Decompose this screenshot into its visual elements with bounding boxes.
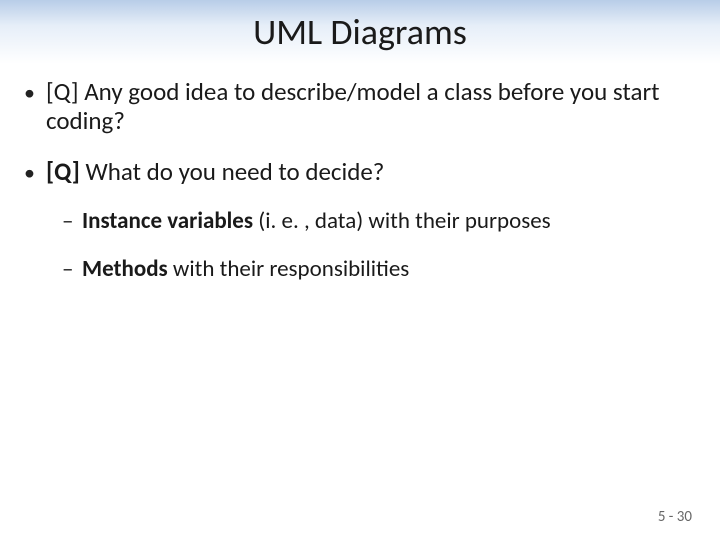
bullet-item: • [Q] Any good idea to describe/model a … (24, 78, 696, 136)
sub-bullet-text: Instance variables (i. e. , data) with t… (82, 208, 696, 236)
page-title: UML Diagrams (0, 10, 720, 54)
bullet-dot-icon: • (24, 158, 46, 185)
sub-bullet-item: – Instance variables (i. e. , data) with… (62, 208, 696, 236)
dash-icon: – (62, 208, 82, 236)
sub-bullet-rest: (i. e. , data) with their purposes (253, 207, 551, 235)
sub-bullet-text: Methods with their responsibilities (82, 256, 696, 284)
bullet-text: [Q] Any good idea to describe/model a cl… (46, 78, 696, 136)
q-tag: [Q] (46, 156, 80, 187)
dash-icon: – (62, 256, 82, 284)
q-tag: [Q] (46, 76, 79, 107)
bullet-item: • [Q] What do you need to decide? (24, 158, 696, 187)
sub-bullet-bold: Methods (82, 255, 168, 283)
bullet-rest: What do you need to decide? (80, 156, 385, 187)
bullet-dot-icon: • (24, 78, 46, 105)
bullet-text: [Q] What do you need to decide? (46, 158, 696, 187)
slide-number: 5 - 30 (658, 508, 692, 526)
sub-bullet-item: – Methods with their responsibilities (62, 256, 696, 284)
sub-bullet-rest: with their responsibilities (168, 255, 410, 283)
sub-bullet-bold: Instance variables (82, 207, 253, 235)
slide-content: • [Q] Any good idea to describe/model a … (24, 78, 696, 303)
bullet-rest: Any good idea to describe/model a class … (46, 76, 660, 136)
